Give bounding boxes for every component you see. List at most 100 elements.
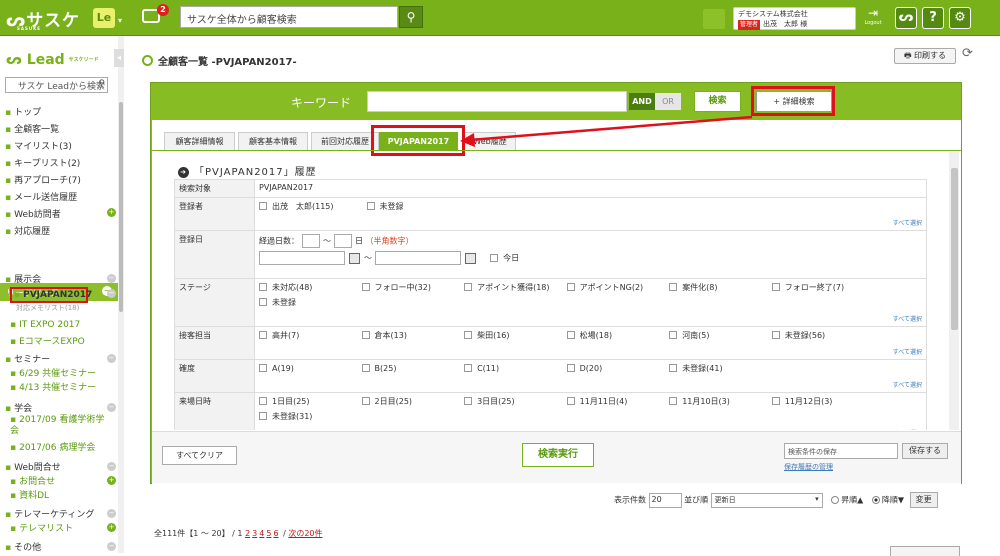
sidebar-scroll-thumb[interactable] (119, 102, 123, 312)
sidebar-item-academic-1[interactable]: ▪ 2017/09 看護学術学会 (10, 415, 106, 437)
refresh-icon[interactable]: ⟳ (962, 46, 973, 61)
filter-scroll-thumb[interactable] (951, 168, 958, 330)
sidebar-item-telelist[interactable]: ▪ テレマリスト (10, 521, 73, 534)
minus-icon[interactable]: − (107, 462, 116, 471)
checkbox-option[interactable]: フォロー終了(7) (771, 282, 872, 293)
minus-icon[interactable]: − (107, 509, 116, 518)
checkbox-option[interactable]: 未登録(41) (669, 363, 769, 374)
checkbox[interactable] (464, 283, 473, 291)
checkbox[interactable] (490, 253, 499, 262)
lead-logo[interactable]: ᔕ Lead サスケリード (6, 52, 99, 68)
keyword-input[interactable] (367, 91, 627, 112)
select-all-link[interactable]: すべて選択 (259, 347, 922, 356)
lead-app-icon[interactable]: Le (93, 8, 115, 28)
user-info[interactable]: デモシステム株式会社 管理者 出茂 太郎 様 (733, 7, 856, 30)
checkbox[interactable] (464, 331, 473, 339)
checkbox-option[interactable]: 未登録 (259, 297, 359, 308)
checkbox-option[interactable]: 未対応(48) (259, 282, 359, 293)
checkbox-option[interactable]: 倉本(13) (361, 330, 462, 341)
checkbox[interactable] (566, 283, 575, 291)
elapsed-from-input[interactable] (302, 234, 320, 248)
checkbox[interactable] (566, 397, 575, 405)
search-icon[interactable]: ⚲ (98, 79, 105, 89)
tab-customer-basic[interactable]: 顧客基本情報 (238, 132, 308, 150)
checkbox-option[interactable]: 3日目(25) (464, 396, 564, 407)
checkbox[interactable] (669, 397, 678, 405)
checkbox-option[interactable]: フォロー中(32) (361, 282, 462, 293)
checkbox-option[interactable]: アポイントNG(2) (566, 282, 667, 293)
tab-customer-detail[interactable]: 顧客詳細情報 (164, 132, 235, 150)
tab-previous-history[interactable]: 前回対応履歴 (311, 132, 379, 150)
checkbox[interactable] (464, 364, 473, 372)
checkbox[interactable] (771, 331, 780, 339)
calendar-icon[interactable] (464, 252, 476, 264)
checkbox[interactable] (566, 364, 575, 372)
checkbox[interactable] (366, 202, 375, 210)
checkbox-option[interactable]: 11月11日(4) (566, 396, 667, 407)
page-link[interactable]: 4 (259, 529, 264, 538)
sidebar-item-top[interactable]: ▪ トップ (5, 105, 41, 118)
checkbox[interactable] (669, 364, 678, 372)
checkbox[interactable] (259, 202, 267, 210)
search-button[interactable]: 検索 (694, 91, 741, 112)
sidebar-item-inquiry[interactable]: ▪ お問合せ (10, 474, 55, 487)
checkbox[interactable] (771, 397, 780, 405)
save-condition-input[interactable]: 検索条件の保存 (784, 443, 898, 459)
count-input[interactable]: 20 (648, 492, 682, 508)
checkbox-option[interactable]: A(19) (259, 364, 359, 373)
date-from-input[interactable] (259, 251, 345, 265)
checkbox[interactable] (259, 397, 267, 405)
checkbox-option[interactable]: 11月10日(3) (669, 396, 769, 407)
sidebar-item-seminar-2[interactable]: ▪ 4/13 共催セミナー (10, 380, 96, 393)
sidebar-item-exhibition[interactable]: ▪ 展示会 (5, 272, 41, 285)
checkbox[interactable] (669, 283, 678, 291)
save-button[interactable]: 保存する (902, 443, 948, 459)
checkbox-option[interactable]: 河南(5) (669, 330, 769, 341)
sidebar-item-seminar-1[interactable]: ▪ 6/29 共催セミナー (10, 366, 96, 379)
sasuke-logo[interactable]: ᔕサスケ SASUKE (6, 6, 80, 31)
calendar-icon[interactable] (349, 252, 360, 264)
checkbox[interactable] (259, 331, 267, 339)
sidebar-search-input[interactable]: サスケ Leadから検索 ⚲ (5, 77, 108, 93)
elapsed-to-input[interactable] (334, 234, 352, 248)
chevron-down-icon[interactable]: ▾ (118, 16, 122, 25)
sasuke-icon-button[interactable]: ᔕ (895, 7, 917, 29)
sidebar-item-all-customers[interactable]: ▪ 全顧客一覧 (5, 122, 59, 135)
checkbox[interactable] (361, 283, 370, 291)
checkbox-option[interactable]: 出茂 太郎(115) (259, 201, 364, 212)
page-link[interactable]: 6 (273, 529, 278, 538)
logout-button[interactable]: ⇥ Logout (862, 6, 884, 30)
sidebar-item-telemarketing[interactable]: ▪ テレマーケティング (5, 507, 94, 520)
minus-icon[interactable]: − (107, 542, 116, 551)
or-toggle[interactable]: OR (655, 93, 681, 110)
checkbox[interactable] (771, 283, 780, 291)
help-icon[interactable]: ? (922, 7, 944, 29)
partial-button[interactable] (890, 546, 960, 556)
sidebar-item-ecommerce[interactable]: ▪ EコマースEXPO (10, 334, 85, 347)
sidebar-item-download[interactable]: ▪ 資料DL (10, 488, 49, 501)
sidebar-item-pvjapan[interactable]: ▪ PVJAPAN2017 (10, 287, 92, 303)
minus-icon[interactable]: − (107, 289, 116, 298)
sidebar-item-academic-2[interactable]: ▪ 2017/06 病理学会 (10, 440, 95, 453)
select-all-link[interactable]: すべて選択 (259, 380, 922, 389)
checkbox[interactable] (361, 331, 370, 339)
search-icon[interactable]: ⚲ (399, 6, 423, 28)
minus-icon[interactable]: − (107, 403, 116, 412)
checkbox-option[interactable]: D(20) (566, 364, 667, 373)
sidebar-item-mylist[interactable]: ▪ マイリスト(3) (5, 139, 72, 152)
plus-icon[interactable]: + (107, 476, 116, 485)
checkbox-option[interactable]: 高井(7) (259, 330, 359, 341)
execute-search-button[interactable]: 検索実行 (522, 443, 594, 467)
checkbox-option[interactable]: 未登録(31) (259, 411, 359, 422)
checkbox[interactable] (464, 397, 473, 405)
collapse-sidebar-icon[interactable]: ◂ (114, 49, 124, 67)
sidebar-item-seminar[interactable]: ▪ セミナー (5, 352, 50, 365)
select-all-link[interactable]: すべて選択 (259, 218, 922, 227)
checkbox[interactable] (566, 331, 575, 339)
checkbox-option[interactable]: 11月12日(3) (771, 396, 872, 407)
sidebar-item-academic[interactable]: ▪ 学会 (5, 401, 32, 414)
checkbox[interactable] (259, 283, 267, 291)
checkbox-option[interactable]: 柴田(16) (464, 330, 564, 341)
checkbox-option[interactable]: アポイント獲得(18) (464, 282, 564, 293)
change-button[interactable]: 変更 (909, 492, 938, 508)
